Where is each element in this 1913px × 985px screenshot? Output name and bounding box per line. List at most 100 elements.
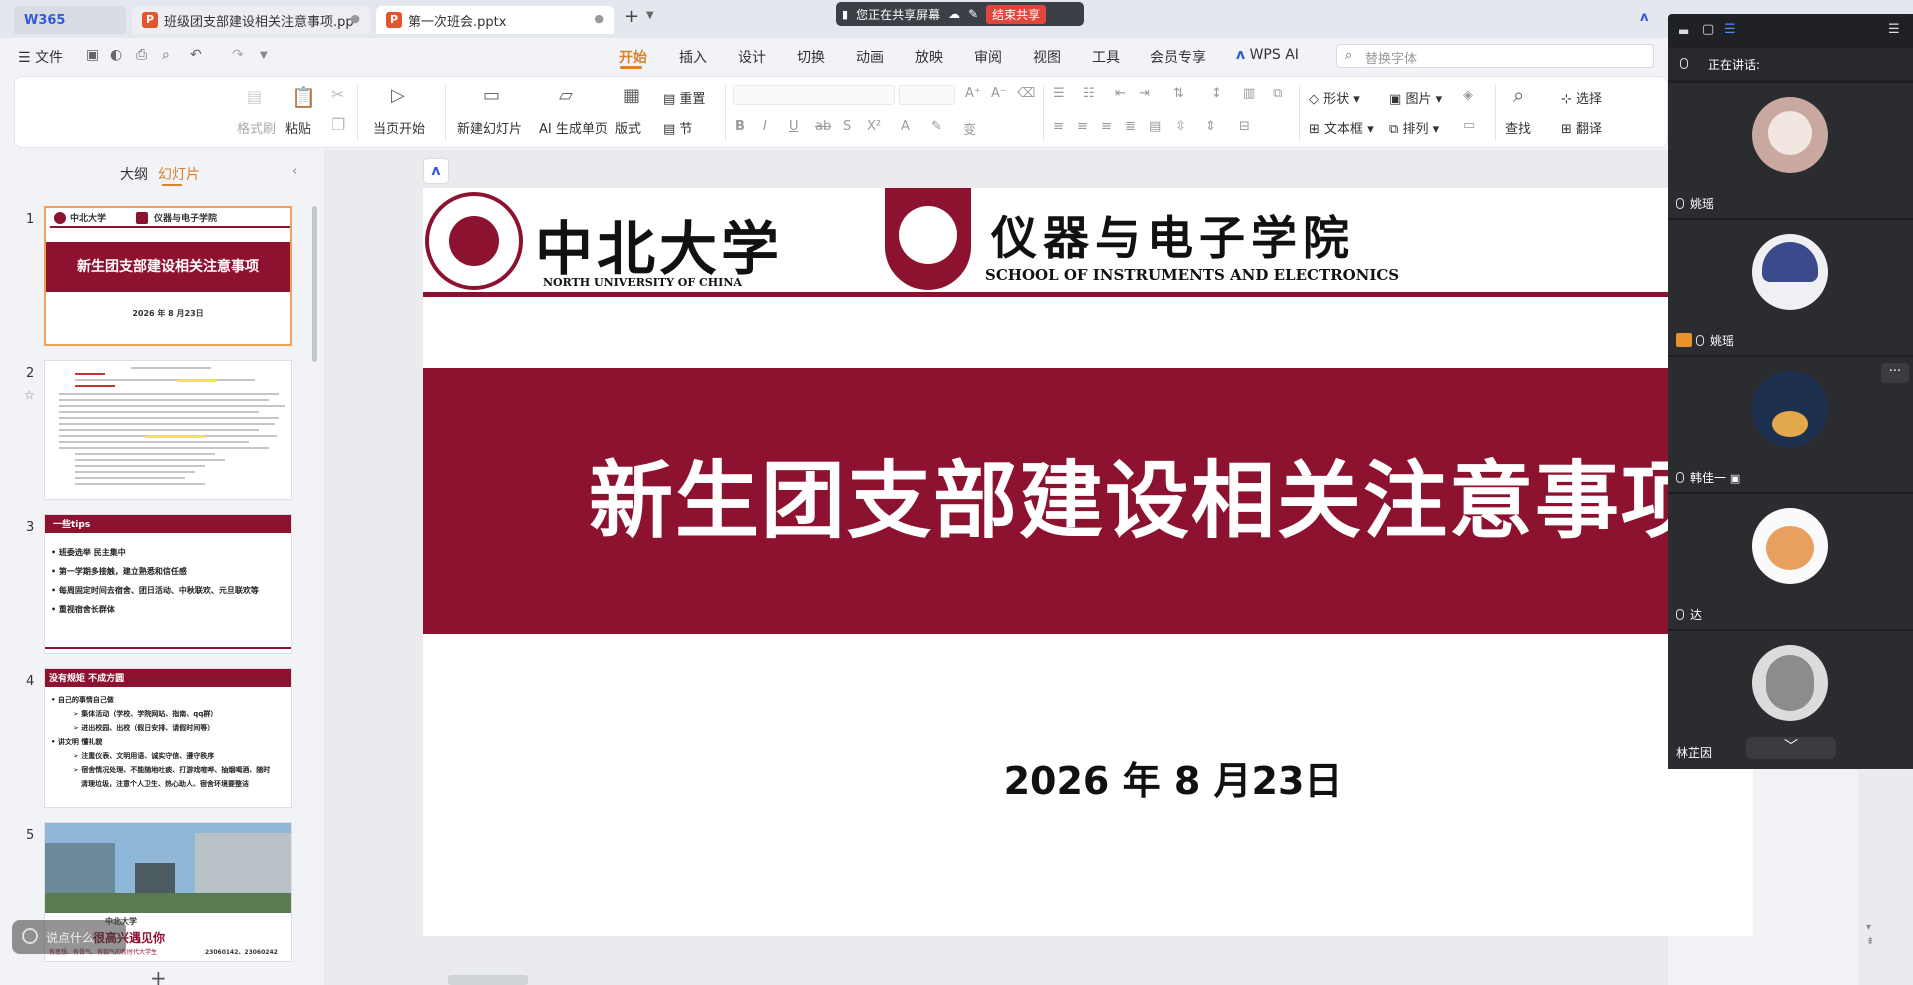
increase-font-icon[interactable]: A⁺ xyxy=(965,86,981,101)
slide-thumbnail-4[interactable]: 没有规矩 不成方圆 • 自己的事情自己做 ➢ 集体活动（学校、学院网站、指南、q… xyxy=(44,668,292,808)
ai-page-icon[interactable]: ▱ xyxy=(559,85,573,106)
participant-tile[interactable]: ··· 韩佳一 ▣ xyxy=(1668,356,1913,492)
reset-button[interactable]: ▤ 重置 xyxy=(663,88,705,107)
arrange-button[interactable]: ⧉ 排列 ▾ xyxy=(1389,118,1439,137)
format-painter-button[interactable]: 格式刷 xyxy=(237,118,276,137)
text-box-align-icon[interactable]: ⊟ xyxy=(1239,119,1250,134)
find-icon[interactable]: ⌕ xyxy=(1513,83,1524,107)
play-icon[interactable]: ▷ xyxy=(391,85,405,106)
window-icon[interactable]: ▢ xyxy=(1702,22,1714,37)
menu-review[interactable]: 审阅 xyxy=(974,47,1002,67)
slide-thumbnail-3[interactable]: 一些tips • 班委选举 民主集中 • 第一学期多接触，建立熟悉和信任感 • … xyxy=(44,514,292,654)
save-icon[interactable]: ▣ xyxy=(86,47,99,63)
highlight-icon[interactable]: ✎ xyxy=(931,119,942,134)
shape-button[interactable]: ◇ 形状 ▾ xyxy=(1309,88,1360,107)
slide-thumbnail-2[interactable] xyxy=(44,360,292,500)
menu-wps-ai[interactable]: ʌ WPS AI xyxy=(1236,47,1299,63)
menu-home[interactable]: 开始 xyxy=(619,47,647,67)
tab-slides[interactable]: 幻灯片 xyxy=(158,164,200,184)
font-size-select[interactable] xyxy=(899,85,955,105)
expand-list-button[interactable]: ﹀ xyxy=(1746,737,1836,759)
wps-ai-float-icon[interactable]: ʌ xyxy=(423,158,449,184)
scroll-down-icon[interactable]: ▾ xyxy=(1866,922,1871,933)
menu-slideshow[interactable]: 放映 xyxy=(915,47,943,67)
tab-list-chevron-icon[interactable]: ▼ xyxy=(646,10,654,21)
redo-icon[interactable]: ↷ xyxy=(232,47,244,63)
copy-icon[interactable]: ❐ xyxy=(331,115,345,134)
menu-transitions[interactable]: 切换 xyxy=(797,47,825,67)
participant-tile[interactable]: 达 xyxy=(1668,493,1913,629)
font-family-select[interactable] xyxy=(733,85,895,105)
fill-icon[interactable]: ◈ xyxy=(1463,88,1473,103)
align-left-icon[interactable]: ≡ xyxy=(1053,119,1064,134)
italic-icon[interactable]: I xyxy=(763,119,767,134)
increase-indent-icon[interactable]: ⇥ xyxy=(1139,86,1150,101)
vertical-align-icon[interactable]: ⇳ xyxy=(1175,119,1186,134)
font-color-icon[interactable]: A xyxy=(901,119,910,134)
bold-icon[interactable]: B xyxy=(735,119,745,134)
find-button[interactable]: 查找 xyxy=(1505,118,1531,137)
slide-title[interactable]: 新生团支部建设相关注意事项 xyxy=(423,368,1753,634)
thumbnail-scrollbar[interactable] xyxy=(312,206,317,362)
tab-outline[interactable]: 大纲 xyxy=(120,164,148,184)
current-slide[interactable]: 中北大学 NORTH UNIVERSITY OF CHINA 仪器与电子学院 S… xyxy=(423,188,1753,936)
decrease-indent-icon[interactable]: ⇤ xyxy=(1115,86,1126,101)
paste-button[interactable]: 粘贴 xyxy=(285,118,311,137)
underline-icon[interactable]: U xyxy=(789,119,799,134)
tab-w365[interactable]: W365 xyxy=(14,6,126,34)
annotate-icon[interactable]: ✎ xyxy=(968,7,978,21)
select-button[interactable]: ⊹ 选择 xyxy=(1561,88,1602,107)
menu-member[interactable]: 会员专享 xyxy=(1150,47,1206,67)
columns-icon[interactable]: ▥ xyxy=(1243,86,1255,101)
more-options-button[interactable]: ··· xyxy=(1881,363,1909,383)
comment-float-button[interactable]: 说点什么 xyxy=(12,920,126,954)
print-icon[interactable]: ⎙ xyxy=(136,47,147,63)
add-slide-button[interactable]: + xyxy=(150,966,167,985)
clear-format-icon[interactable]: ⌫ xyxy=(1017,86,1035,101)
participant-tile[interactable]: 林芷因 ﹀ xyxy=(1668,630,1913,769)
convert-icon[interactable]: ⧉ xyxy=(1273,86,1282,101)
new-slide-button[interactable]: 新建幻灯片 xyxy=(457,118,522,137)
distribute-icon[interactable]: ▤ xyxy=(1149,119,1161,134)
undo-icon[interactable]: ↶ xyxy=(190,47,202,63)
print-preview-icon[interactable]: ⌕ xyxy=(162,47,170,63)
text-direction-icon[interactable]: ⇅ xyxy=(1173,86,1184,101)
menu-view[interactable]: 视图 xyxy=(1033,47,1061,67)
superscript-icon[interactable]: X² xyxy=(867,119,881,134)
cut-icon[interactable]: ✂ xyxy=(331,85,344,104)
slide-date[interactable]: 2026 年 8 月23日 xyxy=(423,750,1753,805)
translate-button[interactable]: ⊞ 翻译 xyxy=(1561,118,1602,137)
menu-icon[interactable]: ☰ xyxy=(1888,22,1900,37)
justify-icon[interactable]: ≣ xyxy=(1125,119,1136,134)
quick-access-chevron-icon[interactable]: ▼ xyxy=(260,50,268,61)
next-slide-icon[interactable]: ⇟ xyxy=(1866,936,1874,947)
paste-icon[interactable]: 📋 xyxy=(291,85,316,109)
horizontal-scrollbar[interactable] xyxy=(448,975,528,985)
menu-insert[interactable]: 插入 xyxy=(679,47,707,67)
bullet-list-icon[interactable]: ☰ xyxy=(1053,86,1065,101)
file-menu[interactable]: ☰ 文件 xyxy=(18,47,63,67)
format-painter-icon[interactable]: ▤ xyxy=(247,87,262,106)
font-search-input[interactable]: ⌕ 替换字体 xyxy=(1336,44,1654,68)
participant-tile[interactable]: 姚瑶 xyxy=(1668,219,1913,355)
menu-animations[interactable]: 动画 xyxy=(856,47,884,67)
menu-tools[interactable]: 工具 xyxy=(1092,47,1120,67)
char-change-icon[interactable]: 变 xyxy=(963,119,976,138)
paragraph-spacing-icon[interactable]: ⇕ xyxy=(1205,119,1216,134)
shadow-icon[interactable]: S xyxy=(843,119,851,134)
section-button[interactable]: ▤ 节 xyxy=(663,118,692,137)
play-from-current-button[interactable]: 当页开始 xyxy=(373,118,425,137)
minimize-icon[interactable]: ▬ xyxy=(1678,24,1689,38)
tab-doc1[interactable]: P 班级团支部建设相关注意事项.pp ● xyxy=(132,6,370,34)
strikethrough-icon[interactable]: ab xyxy=(815,119,831,134)
new-slide-icon[interactable]: ▭ xyxy=(483,85,500,106)
ai-single-page-button[interactable]: AI 生成单页 xyxy=(539,118,608,137)
stop-share-button[interactable]: 结束共享 xyxy=(986,4,1047,24)
tab-close-icon[interactable]: ● xyxy=(350,12,360,25)
menu-design[interactable]: 设计 xyxy=(738,47,766,67)
new-tab-button[interactable]: + xyxy=(624,6,639,27)
align-center-icon[interactable]: ≡ xyxy=(1077,119,1088,134)
line-spacing-icon[interactable]: ↕ xyxy=(1211,86,1222,101)
picture-button[interactable]: ▣ 图片 ▾ xyxy=(1389,88,1442,107)
slide-thumbnail-1[interactable]: 中北大学 仪器与电子学院 新生团支部建设相关注意事项 2026 年 8 月23日 xyxy=(44,206,292,346)
